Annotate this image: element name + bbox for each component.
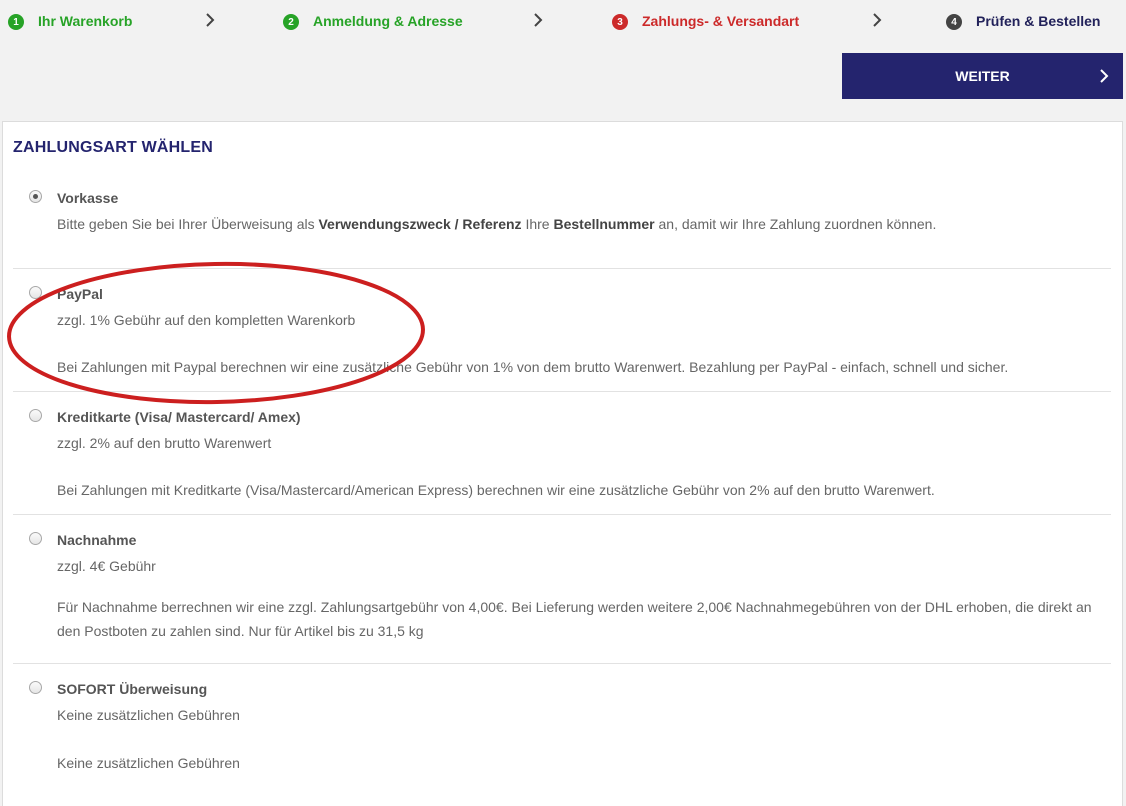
checkout-steps: 1 Ihr Warenkorb 2 Anmeldung & Adresse 3 …	[0, 0, 1126, 42]
step-label-login-address: Anmeldung & Adresse	[313, 12, 463, 29]
payment-method-panel: ZAHLUNGSART WÄHLEN Vorkasse Bitte geben …	[2, 121, 1123, 806]
option-description: Keine zusätzlichen Gebühren	[57, 755, 240, 771]
radio-nachnahme[interactable]	[29, 532, 42, 545]
section-title: ZAHLUNGSART WÄHLEN	[13, 139, 214, 156]
option-name: Kreditkarte (Visa/ Mastercard/ Amex)	[57, 409, 301, 425]
payment-option-paypal[interactable]: PayPal zzgl. 1% Gebühr auf den komplette…	[13, 269, 1111, 392]
chevron-right-icon	[205, 12, 215, 28]
payment-option-sofort[interactable]: SOFORT Überweisung Keine zusätzlichen Ge…	[13, 664, 1111, 784]
option-name: PayPal	[57, 286, 103, 302]
option-fee: zzgl. 4€ Gebühr	[57, 558, 156, 574]
radio-vorkasse[interactable]	[29, 190, 42, 203]
payment-option-vorkasse[interactable]: Vorkasse Bitte geben Sie bei Ihrer Überw…	[13, 177, 1111, 269]
option-fee: Keine zusätzlichen Gebühren	[57, 707, 240, 723]
step-payment-shipping: 3 Zahlungs- & Versandart	[612, 11, 799, 30]
payment-option-creditcard[interactable]: Kreditkarte (Visa/ Mastercard/ Amex) zzg…	[13, 392, 1111, 515]
chevron-right-icon	[872, 12, 882, 28]
step-number-1: 1	[8, 14, 24, 30]
step-login-address[interactable]: 2 Anmeldung & Adresse	[283, 11, 463, 30]
weiter-button-label: WEITER	[955, 68, 1010, 84]
chevron-right-icon	[533, 12, 543, 28]
step-review-order: 4 Prüfen & Bestellen	[946, 11, 1100, 30]
weiter-button[interactable]: WEITER	[842, 53, 1123, 99]
step-label-cart: Ihr Warenkorb	[38, 12, 133, 29]
option-name: Vorkasse	[57, 190, 119, 206]
option-fee: zzgl. 2% auf den brutto Warenwert	[57, 435, 272, 451]
option-name: SOFORT Überweisung	[57, 681, 208, 697]
option-description: Bei Zahlungen mit Kreditkarte (Visa/Mast…	[57, 482, 935, 498]
option-description: Bei Zahlungen mit Paypal berechnen wir e…	[57, 359, 1009, 375]
step-number-4: 4	[946, 14, 962, 30]
radio-creditcard[interactable]	[29, 409, 42, 422]
option-name: Nachnahme	[57, 532, 137, 548]
payment-option-nachnahme[interactable]: Nachnahme zzgl. 4€ Gebühr Für Nachnahme …	[13, 515, 1111, 664]
step-label-payment-shipping: Zahlungs- & Versandart	[642, 12, 800, 29]
step-cart[interactable]: 1 Ihr Warenkorb	[8, 11, 132, 30]
step-number-3: 3	[612, 14, 628, 30]
chevron-right-icon	[1099, 68, 1109, 84]
radio-paypal[interactable]	[29, 286, 42, 299]
step-number-2: 2	[283, 14, 299, 30]
step-label-review-order: Prüfen & Bestellen	[976, 12, 1101, 29]
option-fee: zzgl. 1% Gebühr auf den kompletten Waren…	[57, 312, 356, 328]
option-description: Bitte geben Sie bei Ihrer Überweisung al…	[57, 216, 937, 232]
radio-sofort[interactable]	[29, 681, 42, 694]
option-description: Für Nachnahme berrechnen wir eine zzgl. …	[57, 599, 1092, 639]
